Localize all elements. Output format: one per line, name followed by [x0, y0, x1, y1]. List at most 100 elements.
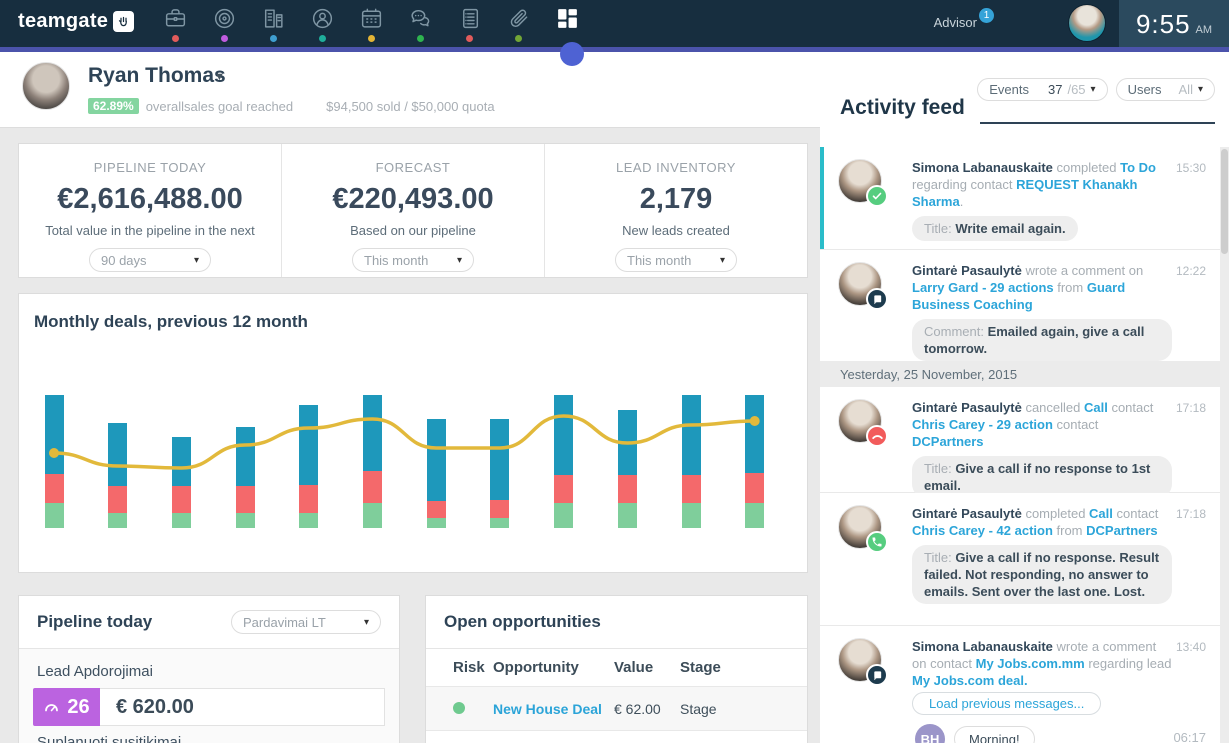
- feed-text-muted: wrote a comment on: [1022, 263, 1143, 278]
- opportunities-panel-title: Open opportunities: [444, 612, 601, 632]
- feed-text-link[interactable]: To Do: [1120, 160, 1156, 175]
- pipeline-stage-stat[interactable]: 26 € 620.00: [33, 688, 385, 726]
- opportunity-row[interactable]: New House Deal€ 62.00Stage: [426, 686, 807, 731]
- nav-item-paperclip[interactable]: [494, 0, 543, 47]
- kpi-period-select[interactable]: This month▾: [615, 248, 737, 272]
- kpi-label: PIPELINE TODAY: [19, 160, 281, 175]
- nav-item-briefcase[interactable]: [151, 0, 200, 47]
- clock-time: 9:55: [1136, 9, 1191, 40]
- pipeline-panel-body: Lead Apdorojimai 26 € 620.00 Suplanuoti …: [19, 649, 399, 743]
- pipeline-next-stage-label: Suplanuoti susitikimai: [37, 734, 385, 743]
- logo-text: teamgate: [18, 10, 108, 33]
- feed-text-name[interactable]: Simona Labanauskaite: [912, 160, 1053, 175]
- risk-indicator-dot: [453, 702, 465, 714]
- feed-text-link[interactable]: Chris Carey - 42 action: [912, 523, 1053, 538]
- nav-status-dot: [172, 35, 179, 42]
- phone-down-badge: [866, 425, 888, 447]
- feed-text-link[interactable]: Larry Gard - 29 actions: [912, 280, 1054, 295]
- nav-status-dot: [319, 35, 326, 42]
- feed-text-muted: contact: [1108, 400, 1154, 415]
- feed-text-muted: contact: [1053, 417, 1099, 432]
- line-endpoint-dot: [49, 448, 59, 458]
- users-filter-select[interactable]: Users All ▾: [1116, 78, 1215, 101]
- feed-item: 17:18Gintarė Pasaulytė completed Call co…: [820, 493, 1220, 626]
- feed-text-name[interactable]: Gintarė Pasaulytė: [912, 263, 1022, 278]
- feed-item-time: 15:30: [1176, 161, 1206, 175]
- feed-item: 15:30 Simona Labanauskaite completed To D…: [820, 147, 1220, 250]
- note-label: Title:: [924, 461, 955, 476]
- feed-text-name[interactable]: Gintarė Pasaulytė: [912, 400, 1022, 415]
- feed-text-name[interactable]: Simona Labanauskaite: [912, 639, 1053, 654]
- feed-text-link[interactable]: Call: [1089, 506, 1113, 521]
- pipeline-filter-select[interactable]: Pardavimai LT ▾: [231, 610, 381, 634]
- nav-item-calendar[interactable]: [347, 0, 396, 47]
- pipeline-today-panel: Pipeline today Pardavimai LT ▾ Lead Apdo…: [18, 595, 400, 743]
- load-previous-messages-button[interactable]: Load previous messages...: [912, 692, 1101, 715]
- clock-widget: 9:55 AM: [1119, 0, 1229, 47]
- kpi-value: €2,616,488.00: [19, 183, 281, 216]
- feed-text-muted: .: [960, 194, 964, 209]
- chevron-down-icon: ▾: [1091, 84, 1096, 95]
- feed-item-note: Title: Write email again.: [912, 216, 1078, 241]
- feed-title: Activity feed: [840, 96, 965, 120]
- chevron-down-icon: ▾: [194, 255, 199, 266]
- nav-item-dashboard-active[interactable]: [543, 0, 592, 47]
- feed-item-note: Title: Give a call if no response. Resul…: [912, 545, 1172, 604]
- feed-scrollbar[interactable]: [1220, 147, 1229, 743]
- feed-text-link[interactable]: DCPartners: [1086, 523, 1158, 538]
- nav-item-company[interactable]: [249, 0, 298, 47]
- kpi-period-select[interactable]: 90 days ▾: [89, 248, 211, 272]
- kpi-value: 2,179: [545, 183, 807, 216]
- events-filter-total: /65: [1067, 82, 1085, 97]
- opportunity-link[interactable]: New House Deal: [493, 701, 614, 717]
- kpi-label: FORECAST: [282, 160, 544, 175]
- feed-item-text: Gintarė Pasaulytė wrote a comment on Lar…: [912, 262, 1172, 361]
- events-filter-count: 37: [1048, 82, 1062, 97]
- feed-text-muted: contact: [1113, 506, 1159, 521]
- feed-scrollbar-thumb[interactable]: [1221, 149, 1228, 254]
- nav-item-contact[interactable]: [298, 0, 347, 47]
- teamgate-hand-icon: [113, 11, 134, 32]
- kpi-summary-card: PIPELINE TODAY€2,616,488.00Total value i…: [18, 143, 808, 278]
- kpi-period-select[interactable]: This month▾: [352, 248, 474, 272]
- feed-text-link[interactable]: My Jobs.com.mm: [976, 656, 1085, 671]
- feed-text-link[interactable]: Chris Carey - 29 action: [912, 417, 1053, 432]
- activity-feed: Events 37/65 ▾ Users All ▾ Activity feed…: [820, 52, 1229, 743]
- feed-title-rule: [980, 122, 1215, 124]
- chart-title: Monthly deals, previous 12 month: [34, 312, 308, 332]
- feed-text-muted: completed: [1022, 506, 1089, 521]
- kpi-lead-inventory: LEAD INVENTORY2,179New leads createdThis…: [544, 144, 807, 277]
- nav-item-chat[interactable]: [396, 0, 445, 47]
- feed-text-muted: cancelled: [1022, 400, 1084, 415]
- advisor-menu[interactable]: Advisor 1: [934, 15, 977, 30]
- profile-avatar[interactable]: [22, 62, 70, 110]
- note-label: Title:: [924, 221, 955, 236]
- opportunities-table-body: New House Deal€ 62.00Stage: [426, 686, 807, 731]
- teamgate-logo[interactable]: teamgate: [18, 10, 134, 33]
- feed-item-note: Comment: Emailed again, give a call tomo…: [912, 319, 1172, 361]
- opportunity-stage: Stage: [680, 701, 717, 717]
- nav-status-dot: [270, 35, 277, 42]
- user-avatar[interactable]: [1068, 4, 1106, 42]
- dashboard-grid-icon: [555, 6, 580, 47]
- chevron-down-icon[interactable]: ▼: [214, 71, 225, 83]
- feed-text-link[interactable]: Call: [1084, 400, 1108, 415]
- feed-item-text: Simona Labanauskaite completed To Do reg…: [912, 159, 1172, 241]
- feed-text-name[interactable]: Gintarė Pasaulytė: [912, 506, 1022, 521]
- profile-name[interactable]: Ryan Thomas: [88, 64, 226, 88]
- chevron-down-icon: ▾: [457, 255, 462, 266]
- nav-item-notes[interactable]: [445, 0, 494, 47]
- column-value: Value: [614, 659, 680, 676]
- nav-item-target[interactable]: [200, 0, 249, 47]
- feed-text-link[interactable]: My Jobs.com deal.: [912, 673, 1028, 688]
- kpi-period-value: This month: [627, 253, 691, 268]
- events-filter-select[interactable]: Events 37/65 ▾: [977, 78, 1107, 101]
- note-text: Write email again.: [955, 221, 1065, 236]
- kpi-period-value: 90 days: [101, 253, 147, 268]
- feed-item: 12:22Gintarė Pasaulytė wrote a comment o…: [820, 250, 1220, 361]
- note-label: Title:: [924, 550, 955, 565]
- chat-avatar[interactable]: BH: [915, 724, 945, 743]
- feed-text-link[interactable]: DCPartners: [912, 434, 984, 449]
- advisor-label: Advisor: [934, 15, 977, 30]
- stage-count-badge: 26: [33, 688, 100, 726]
